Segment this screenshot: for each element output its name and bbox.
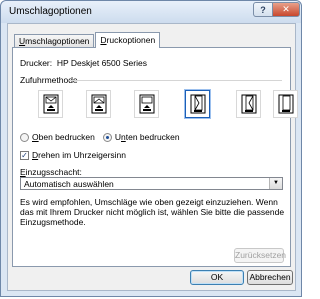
feed-option-4[interactable] [185, 90, 210, 118]
cancel-button[interactable]: Abbrechen [247, 270, 293, 285]
envelope-feed-horizontal-2-icon [91, 94, 107, 114]
help-button[interactable]: ? [253, 2, 273, 17]
envelope-feed-vertical-2-icon [241, 94, 257, 114]
feed-option-5[interactable] [236, 90, 261, 118]
label-text: ten bedrucken [125, 132, 180, 142]
tab-label: ruckoptionen [106, 35, 156, 45]
reset-button[interactable]: Zurücksetzen [234, 248, 286, 263]
envelope-feed-vertical-1-icon [190, 94, 206, 114]
mnemonic: O [32, 132, 39, 142]
feed-method-divider [69, 80, 282, 81]
feed-option-1[interactable] [38, 90, 63, 118]
dialog-window: Umschlagoptionen ? ✕ Umschlagoptionen Dr… [0, 0, 302, 297]
close-button[interactable]: ✕ [272, 2, 300, 17]
tab-druckoptionen[interactable]: Druckoptionen [95, 32, 161, 48]
feed-slot-select[interactable]: Automatisch auswählen ▼ [20, 177, 283, 190]
envelope-feed-horizontal-1-icon [43, 94, 59, 114]
feed-method-options [38, 90, 298, 126]
printer-info: Drucker: HP Deskjet 6500 Series [20, 58, 147, 68]
tab-panel-druckoptionen: Drucker: HP Deskjet 6500 Series Zufuhrme… [12, 47, 298, 267]
ok-button[interactable]: OK [190, 270, 244, 285]
feed-option-6[interactable] [273, 90, 298, 118]
print-side-options: Oben bedrucken Unten bedrucken [20, 132, 188, 142]
radio-top-print-label[interactable]: Oben bedrucken [32, 132, 95, 142]
envelope-feed-vertical-3-icon [278, 94, 294, 114]
tab-strip: Umschlagoptionen Druckoptionen [14, 32, 161, 48]
title-bar: Umschlagoptionen ? ✕ [1, 1, 301, 23]
label-text: ben bedrucken [38, 132, 95, 142]
close-icon: ✕ [282, 4, 290, 14]
window-title: Umschlagoptionen [9, 6, 92, 17]
tab-umschlagoptionen[interactable]: Umschlagoptionen [14, 34, 95, 48]
feed-slot-value: Automatisch auswählen [24, 179, 114, 189]
label-text: rehen im Uhrzeigersinn [38, 150, 127, 160]
radio-top-print[interactable] [20, 132, 29, 142]
help-icon: ? [260, 4, 266, 15]
feed-slot-label: Einzugsschacht: [20, 167, 82, 177]
info-text: Es wird empfohlen, Umschläge wie oben ge… [20, 197, 285, 227]
rotate-checkbox[interactable]: ✓ [20, 150, 29, 160]
radio-bottom-print[interactable] [102, 132, 112, 142]
printer-label: Drucker: [20, 58, 53, 68]
feed-option-2[interactable] [86, 90, 111, 118]
rotate-checkbox-label[interactable]: Drehen im Uhrzeigersinn [32, 150, 126, 160]
envelope-feed-horizontal-3-icon [139, 94, 155, 114]
rotate-option: ✓ Drehen im Uhrzeigersinn [20, 150, 126, 160]
dropdown-arrow-icon[interactable]: ▼ [269, 178, 282, 189]
label-text: inzugsschacht: [25, 167, 82, 177]
feed-option-3[interactable] [134, 90, 159, 118]
printer-name: HP Deskjet 6500 Series [56, 58, 147, 68]
radio-bottom-print-label[interactable]: Unten bedrucken [115, 132, 180, 142]
dialog-client-area: Umschlagoptionen Druckoptionen Drucker: … [7, 23, 298, 291]
tab-label: mschlagoptionen [25, 36, 90, 46]
